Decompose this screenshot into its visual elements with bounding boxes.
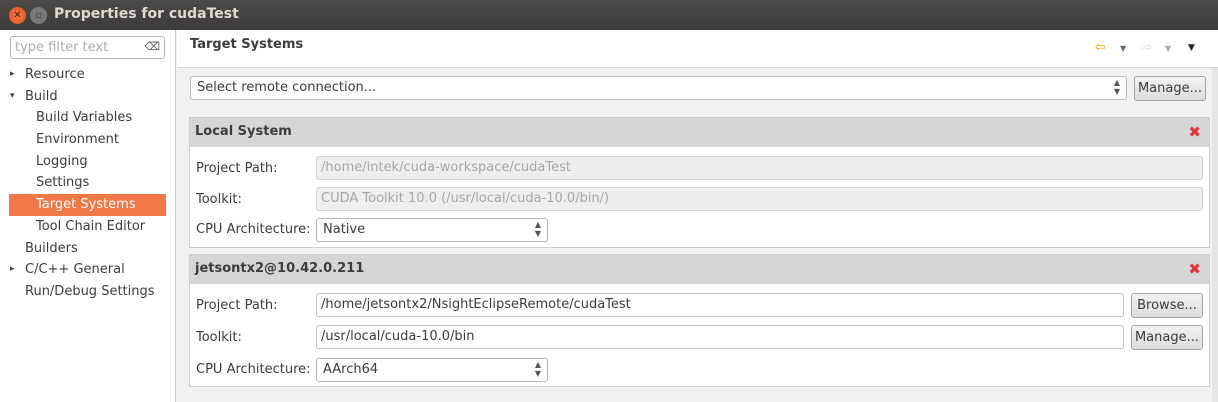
manage-toolkit-button[interactable]: Manage...: [1131, 325, 1203, 350]
sidebar-item-logging[interactable]: Logging: [0, 151, 176, 173]
cpu-architecture-select[interactable]: Native ▲ ▼: [316, 218, 548, 242]
project-path-label: Project Path:: [196, 298, 278, 313]
sidebar-item-label: Build: [25, 88, 58, 104]
collapsed-icon[interactable]: ▸: [10, 259, 15, 281]
remove-icon[interactable]: ✖: [1188, 260, 1201, 278]
back-menu-icon[interactable]: ▼: [1120, 44, 1126, 53]
page-title: Target Systems: [190, 37, 304, 52]
remote-system-section: jetsontx2@10.42.0.211 ✖ Project Path: /h…: [189, 254, 1210, 387]
filter-input[interactable]: type filter text ⌫: [10, 36, 165, 59]
cpu-architecture-label: CPU Architecture:: [196, 362, 311, 377]
sidebar-item-label: Builders: [25, 240, 78, 256]
sidebar-item-build[interactable]: ▾ Build: [0, 86, 176, 108]
view-menu-icon[interactable]: ▼: [1188, 43, 1195, 53]
expanded-icon[interactable]: ▾: [10, 86, 15, 108]
sidebar-item-settings[interactable]: Settings: [0, 172, 176, 194]
forward-menu-icon[interactable]: ▼: [1165, 44, 1171, 53]
sidebar-item-resource[interactable]: ▸ Resource: [0, 64, 176, 86]
minimize-window-button[interactable]: ▫: [30, 7, 47, 24]
section-title: jetsontx2@10.42.0.211: [190, 255, 1209, 284]
sidebar-item-label: Resource: [25, 67, 85, 82]
spinner-arrows-icon: ▲ ▼: [534, 360, 541, 378]
toolkit-label: Toolkit:: [196, 192, 242, 207]
project-path-field[interactable]: /home/jetsontx2/NsightEclipseRemote/cuda…: [316, 293, 1124, 317]
clear-filter-icon[interactable]: ⌫: [144, 40, 160, 53]
sidebar-item-label: Target Systems: [36, 197, 136, 213]
sidebar-item-build-variables[interactable]: Build Variables: [0, 107, 176, 129]
back-arrow-icon[interactable]: ⇦: [1095, 40, 1106, 55]
cpu-value: Native: [323, 222, 366, 237]
window-title: Properties for cudaTest: [54, 6, 239, 22]
section-title: Local System: [190, 118, 1209, 147]
spinner-arrows-icon: ▲ ▼: [1113, 78, 1120, 96]
sidebar-item-label: Settings: [36, 175, 90, 191]
sidebar: type filter text ⌫ ▸ Resource ▾ Build Build V…: [0, 30, 176, 402]
project-path-label: Project Path:: [196, 161, 278, 176]
project-path-field: /home/intek/cuda-workspace/cudaTest: [316, 156, 1203, 180]
sidebar-item-builders[interactable]: Builders: [0, 238, 176, 260]
sidebar-item-environment[interactable]: Environment: [0, 129, 176, 151]
sidebar-item-label: Build Variables: [36, 110, 133, 126]
sidebar-item-label: Run/Debug Settings: [25, 283, 155, 299]
title-bar: ✕ ▫ Properties for cudaTest: [0, 0, 1218, 30]
sidebar-item-target-systems[interactable]: Target Systems: [9, 194, 166, 216]
toolkit-field: CUDA Toolkit 10.0 (/usr/local/cuda-10.0/…: [316, 187, 1203, 211]
remove-icon[interactable]: ✖: [1188, 123, 1201, 141]
sidebar-item-label: C/C++ General: [25, 262, 125, 278]
sidebar-item-label: Environment: [36, 132, 120, 148]
sidebar-item-tool-chain-editor[interactable]: Tool Chain Editor: [0, 216, 176, 238]
sidebar-item-run-debug-settings[interactable]: Run/Debug Settings: [0, 281, 176, 303]
filter-placeholder: type filter text: [15, 40, 109, 55]
toolkit-label: Toolkit:: [196, 330, 242, 345]
remote-connection-value: Select remote connection...: [197, 80, 377, 95]
sidebar-item-c-c-general[interactable]: ▸ C/C++ General: [0, 259, 176, 281]
spinner-arrows-icon: ▲ ▼: [534, 220, 541, 238]
cpu-value: AArch64: [323, 362, 379, 377]
local-system-section: Local System ✖ Project Path: /home/intek…: [189, 117, 1210, 248]
sidebar-item-label: Logging: [36, 153, 88, 169]
collapsed-icon[interactable]: ▸: [10, 64, 15, 86]
main-panel: Target Systems ⇦ ▼ ⇨ ▼ ▼ Select remote c…: [177, 30, 1218, 402]
cpu-architecture-select[interactable]: AArch64 ▲ ▼: [316, 358, 548, 382]
scrollbar[interactable]: [1212, 68, 1218, 402]
toolkit-field[interactable]: /usr/local/cuda-10.0/bin: [316, 325, 1124, 349]
property-tree: ▸ Resource ▾ Build Build Variables Environmen…: [0, 64, 176, 303]
sidebar-item-label: Tool Chain Editor: [36, 218, 146, 234]
close-window-button[interactable]: ✕: [9, 7, 26, 24]
cpu-architecture-label: CPU Architecture:: [196, 222, 311, 237]
manage-connections-button[interactable]: Manage...: [1134, 76, 1206, 101]
remote-connection-select[interactable]: Select remote connection... ▲ ▼: [190, 76, 1127, 100]
browse-button[interactable]: Browse...: [1131, 293, 1203, 318]
forward-arrow-icon[interactable]: ⇨: [1141, 40, 1152, 55]
page-header: Target Systems ⇦ ▼ ⇨ ▼ ▼: [177, 30, 1218, 68]
